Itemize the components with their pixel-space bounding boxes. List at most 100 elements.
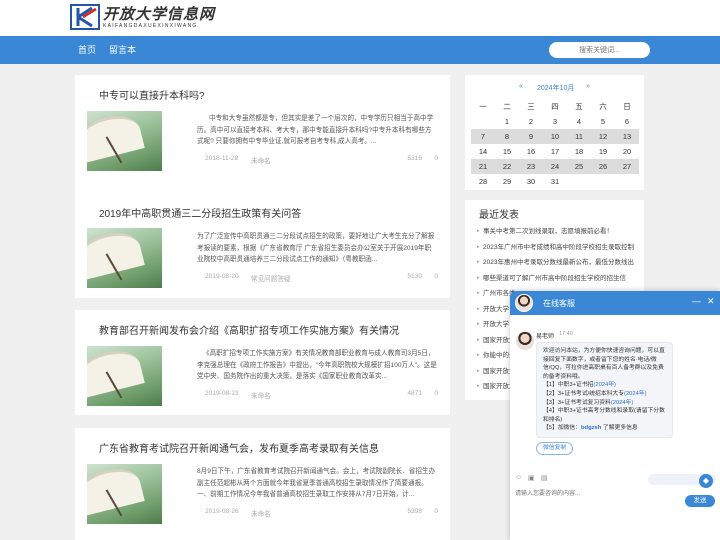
calendar-day[interactable]: 11 [567, 129, 591, 144]
article-title[interactable]: 2019年中高职贯通三二分段招生政策有关问答 [99, 205, 301, 220]
calendar-day[interactable]: 8 [495, 129, 519, 144]
latest-post-link[interactable]: 事关中考第二次划线录取，志愿填报前必看！ [477, 224, 641, 240]
calendar-day[interactable]: 5 [591, 114, 615, 129]
option-year: (2024年) [593, 382, 616, 389]
image-icon[interactable]: ▣ [528, 474, 535, 482]
calendar-day[interactable]: 2 [519, 114, 543, 129]
calendar-day[interactable]: 7 [471, 129, 495, 144]
option-text: 【2】3+证书考试/统招本科大专 [543, 390, 625, 397]
calendar-day[interactable]: 31 [543, 174, 567, 189]
message-option[interactable]: 【1】中职3+证书招(2024年) [543, 381, 666, 390]
calendar-day[interactable]: 9 [519, 129, 543, 144]
weekday-label: 三 [527, 102, 535, 111]
article-thumbnail[interactable] [87, 346, 162, 406]
chat-widget: 在线客服 — ✕ 易老师 17:40 欢迎访问本站，为方便你快速咨询问题，可以直… [510, 291, 720, 540]
calendar-day[interactable]: 21 [471, 159, 495, 174]
emoji-icon[interactable]: ☺ [515, 474, 522, 481]
calendar-day[interactable]: 26 [591, 159, 615, 174]
site-header: 开放大学信息网 KAIFANGDAXUEXINXIWANG [0, 0, 720, 36]
article-excerpt: 《高职扩招专项工作实施方案》有关情况教育部职业教育与成人教育司3月5日，李克强总… [197, 350, 437, 380]
weekday-label: 一 [479, 102, 487, 111]
article-author[interactable]: 未命名 [251, 508, 271, 518]
article-author[interactable]: 常见问题答疑 [251, 273, 291, 283]
chat-message-input[interactable] [515, 488, 675, 500]
option-year: (2024年) [610, 399, 634, 406]
calendar-day[interactable]: 25 [567, 159, 591, 174]
calendar-week-row: 21 22 23 24 25 26 27 [471, 159, 639, 174]
article-title[interactable]: 教育部召开新闻发布会介绍《高职扩招专项工作实施方案》有关情况 [99, 322, 399, 337]
calendar-day[interactable]: 14 [471, 144, 495, 159]
calendar-next-button[interactable]: » [586, 83, 590, 90]
calendar-grid: 一 二 三 四 五 六 日 1 2 3 4 5 6 7 8 9 10 11 12… [471, 99, 639, 189]
minimize-icon[interactable]: — [692, 296, 701, 306]
calendar-day[interactable]: 24 [543, 159, 567, 174]
nav-home[interactable]: 首页 [78, 36, 96, 64]
calendar-day[interactable]: 15 [495, 144, 519, 159]
message-intro: 欢迎访问本站，为方便你快速咨询问题，可以直接回复下面数字，或者留下您的姓名·电话… [543, 348, 665, 380]
send-button[interactable]: 发送 [685, 495, 715, 507]
weekday-label: 五 [575, 102, 583, 111]
article-excerpt: 中专和大专虽然都是专，但其实是差了一个层次的，中专学历只相当于高中学历。高中可以… [197, 115, 434, 145]
calendar-day[interactable]: 16 [519, 144, 543, 159]
article-date: 2018-11-28 [205, 155, 239, 162]
close-icon[interactable]: ✕ [707, 296, 715, 307]
article-author[interactable]: 未命名 [251, 155, 271, 165]
option-text: 【5】加微信： [543, 425, 582, 432]
article-card: 2019年中高职贯通三二分段招生政策有关问答 为了广泛宣传中高职贯通三二分段试点… [75, 193, 450, 298]
calendar-week-row: 28 29 30 31 [471, 174, 639, 189]
article-thumbnail[interactable] [87, 464, 162, 524]
calendar-day[interactable]: 6 [615, 114, 639, 129]
chat-bubble-icon[interactable]: ◆ [699, 474, 713, 488]
calendar-day[interactable]: 17 [543, 144, 567, 159]
calendar-day[interactable]: 19 [591, 144, 615, 159]
calendar-day[interactable]: 29 [495, 174, 519, 189]
message-option[interactable]: 【3】3+证书考试复习资料(2024年) [543, 399, 666, 408]
calendar-day[interactable]: 20 [615, 144, 639, 159]
site-logo[interactable]: 开放大学信息网 KAIFANGDAXUEXINXIWANG [70, 4, 215, 30]
option-text: 【1】中职3+证书招 [543, 382, 594, 389]
article-comments: 0 [434, 508, 438, 515]
calendar-day[interactable]: 10 [543, 129, 567, 144]
message-option[interactable]: 【5】加微信：bdgzsh 了解更多信息 [543, 424, 666, 433]
article-thumbnail[interactable] [87, 228, 162, 288]
message-option[interactable]: 【2】3+证书考试/统招本科大专(2024年) [543, 390, 666, 399]
calendar-day[interactable]: 3 [543, 114, 567, 129]
calendar-widget: « 2024年10月 » 一 二 三 四 五 六 日 1 2 3 4 5 6 7… [465, 75, 644, 190]
calendar-prev-button[interactable]: « [519, 83, 523, 90]
article-title[interactable]: 广东省教育考试院召开新闻通气会，发布夏季高考录取有关信息 [99, 440, 379, 455]
wechat-id: bdgzsh [581, 425, 602, 432]
message-option[interactable]: 【4】中职3+证书高考分数线和录取(请留下分数和排名) [543, 407, 666, 424]
latest-post-link[interactable]: 2023年广州市中考成绩和高中阶段学校招生录取控制 [477, 240, 641, 256]
calendar-day[interactable]: 4 [567, 114, 591, 129]
calendar-day [615, 174, 639, 189]
weekday-label: 日 [623, 102, 631, 111]
nav-guestbook[interactable]: 留言本 [109, 36, 136, 64]
article-date: 2019-08-23 [205, 390, 239, 397]
calendar-weekday-row: 一 二 三 四 五 六 日 [471, 99, 639, 114]
calendar-day[interactable]: 28 [471, 174, 495, 189]
logo-chinese: 开放大学信息网 [103, 5, 216, 23]
calendar-day[interactable]: 30 [519, 174, 543, 189]
calendar-day [567, 174, 591, 189]
article-author[interactable]: 未命名 [251, 390, 271, 400]
file-icon[interactable]: ▤ [541, 474, 548, 482]
calendar-day[interactable]: 22 [495, 159, 519, 174]
search-input[interactable] [549, 42, 650, 58]
sender-avatar [516, 332, 534, 350]
latest-post-link[interactable]: 哪些渠道可了解广州市高中阶段招生学校的招生信 [477, 271, 641, 287]
article-excerpt: 为了广泛宣传中高职贯通三二分段试点招生的政策，要好地让广大考生充分了解报考报读的… [197, 233, 435, 263]
calendar-day[interactable]: 27 [615, 159, 639, 174]
chat-header[interactable]: 在线客服 — ✕ [510, 291, 720, 315]
calendar-day[interactable]: 23 [519, 159, 543, 174]
calendar-day[interactable]: 12 [591, 129, 615, 144]
article-thumbnail[interactable] [87, 111, 162, 171]
chat-title: 在线客服 [543, 299, 575, 308]
calendar-week-row: 1 2 3 4 5 6 [471, 114, 639, 129]
calendar-day[interactable]: 1 [495, 114, 519, 129]
copy-wechat-button[interactable]: 微信复制 [536, 442, 574, 455]
latest-post-link[interactable]: 2023年惠州中考录取分数线最新公布，最低分数线出 [477, 255, 641, 271]
calendar-day[interactable]: 13 [615, 129, 639, 144]
calendar-day[interactable]: 18 [567, 144, 591, 159]
article-comments: 0 [434, 155, 438, 162]
article-title[interactable]: 中专可以直接升本科吗? [99, 87, 205, 102]
